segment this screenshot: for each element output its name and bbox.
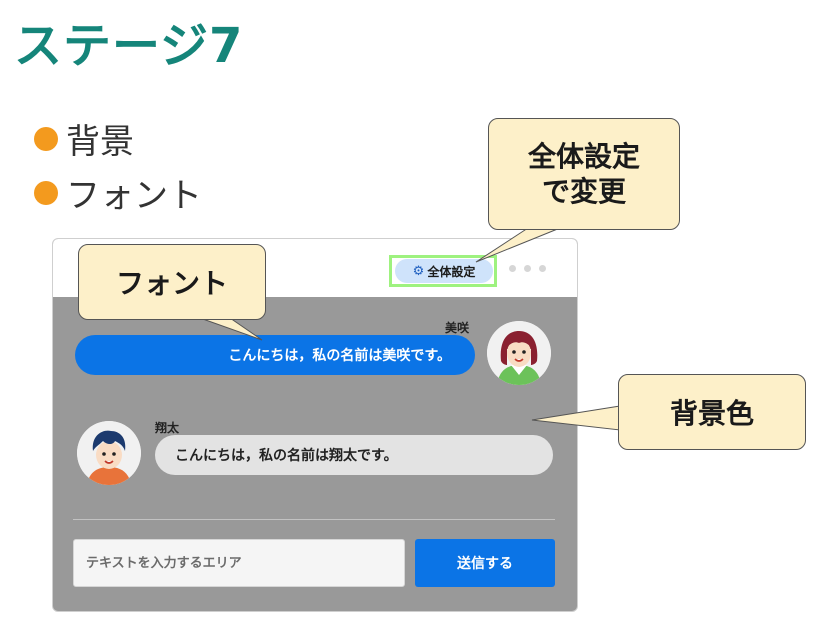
settings-button-label: 全体設定 bbox=[427, 264, 476, 279]
message-bubble-partner: こんにちは，私の名前は翔太です。 bbox=[155, 435, 553, 475]
callout-settings: 全体設定 で変更 bbox=[488, 118, 680, 230]
callout-background: 背景色 bbox=[618, 374, 806, 450]
message-bubble-user: こんにちは，私の名前は美咲です。 bbox=[75, 335, 475, 375]
boy-avatar-icon bbox=[77, 421, 141, 485]
send-button[interactable]: 送信する bbox=[415, 539, 555, 587]
message-input[interactable] bbox=[73, 539, 405, 587]
bullet-item-font: フォント bbox=[34, 168, 202, 217]
bullet-label: 背景 bbox=[66, 122, 134, 162]
callout-font: フォント bbox=[78, 244, 266, 320]
message-text: こんにちは，私の名前は美咲です。 bbox=[228, 348, 451, 364]
settings-button[interactable]: ⚙ 全体設定 bbox=[395, 259, 493, 283]
slide-title: ステージ7 bbox=[14, 18, 244, 74]
bullet-dot-icon bbox=[34, 180, 58, 205]
bullet-item-background: 背景 bbox=[34, 114, 134, 163]
more-dots-icon[interactable] bbox=[509, 265, 546, 272]
bullet-label: フォント bbox=[66, 176, 202, 216]
message-text: こんにちは，私の名前は翔太です。 bbox=[175, 448, 398, 464]
avatar-shota bbox=[77, 421, 141, 485]
avatar-misaki bbox=[487, 321, 551, 385]
divider bbox=[73, 519, 555, 520]
sender-name: 美咲 bbox=[445, 321, 470, 335]
sender-name: 翔太 bbox=[155, 421, 180, 435]
bullet-dot-icon bbox=[34, 126, 58, 151]
gear-icon: ⚙ bbox=[412, 263, 425, 279]
girl-avatar-icon bbox=[487, 321, 551, 385]
